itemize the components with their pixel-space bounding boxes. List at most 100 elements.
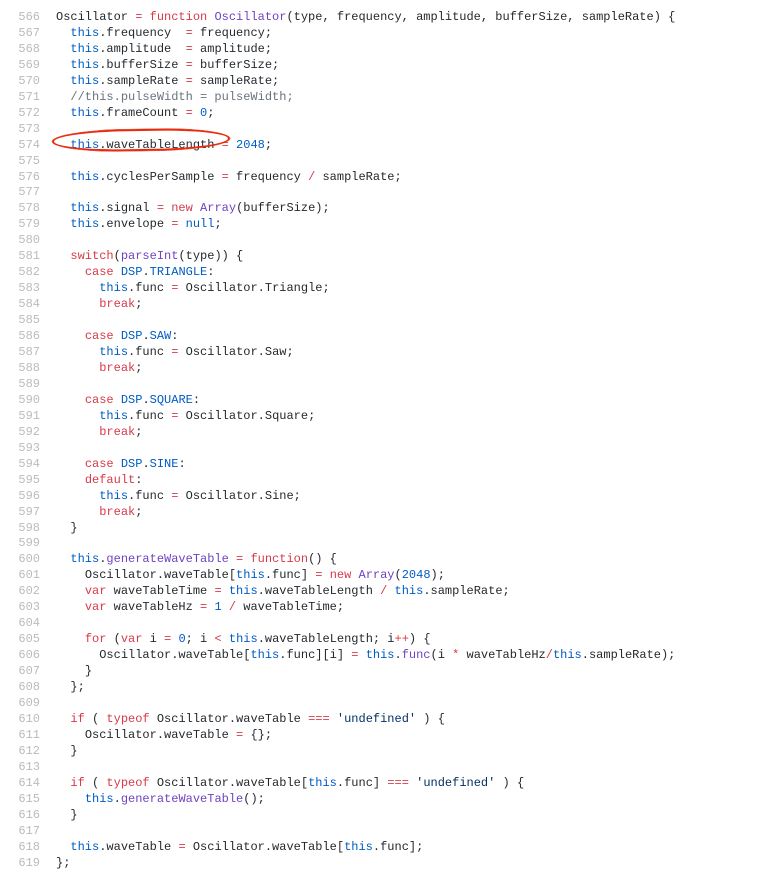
- code-line[interactable]: 604: [0, 616, 780, 632]
- line-content[interactable]: this.func = Oscillator.Square;: [56, 409, 780, 425]
- line-content[interactable]: [56, 824, 780, 840]
- code-line[interactable]: 570 this.sampleRate = sampleRate;: [0, 74, 780, 90]
- code-line[interactable]: 592 break;: [0, 425, 780, 441]
- line-content[interactable]: [56, 696, 780, 712]
- line-content[interactable]: if ( typeof Oscillator.waveTable === 'un…: [56, 712, 780, 728]
- line-content[interactable]: }: [56, 521, 780, 537]
- code-line[interactable]: 585: [0, 313, 780, 329]
- code-line[interactable]: 586 case DSP.SAW:: [0, 329, 780, 345]
- code-line[interactable]: 614 if ( typeof Oscillator.waveTable[thi…: [0, 776, 780, 792]
- code-line[interactable]: 583 this.func = Oscillator.Triangle;: [0, 281, 780, 297]
- code-line[interactable]: 581 switch(parseInt(type)) {: [0, 249, 780, 265]
- code-line[interactable]: 574 this.waveTableLength = 2048;: [0, 138, 780, 154]
- code-line[interactable]: 575: [0, 154, 780, 170]
- code-line[interactable]: 577: [0, 185, 780, 201]
- code-line[interactable]: 569 this.bufferSize = bufferSize;: [0, 58, 780, 74]
- line-content[interactable]: [56, 313, 780, 329]
- line-content[interactable]: break;: [56, 297, 780, 313]
- line-content[interactable]: [56, 233, 780, 249]
- line-content[interactable]: [56, 185, 780, 201]
- code-line[interactable]: 591 this.func = Oscillator.Square;: [0, 409, 780, 425]
- code-line[interactable]: 610 if ( typeof Oscillator.waveTable ===…: [0, 712, 780, 728]
- code-line[interactable]: 573: [0, 122, 780, 138]
- line-content[interactable]: for (var i = 0; i < this.waveTableLength…: [56, 632, 780, 648]
- line-content[interactable]: }: [56, 808, 780, 824]
- code-line[interactable]: 572 this.frameCount = 0;: [0, 106, 780, 122]
- code-line[interactable]: 598 }: [0, 521, 780, 537]
- line-content[interactable]: [56, 536, 780, 552]
- code-line[interactable]: 613: [0, 760, 780, 776]
- line-content[interactable]: if ( typeof Oscillator.waveTable[this.fu…: [56, 776, 780, 792]
- code-line[interactable]: 571 //this.pulseWidth = pulseWidth;: [0, 90, 780, 106]
- code-line[interactable]: 587 this.func = Oscillator.Saw;: [0, 345, 780, 361]
- line-content[interactable]: this.waveTableLength = 2048;: [56, 138, 780, 154]
- code-editor[interactable]: 566Oscillator = function Oscillator(type…: [0, 0, 780, 891]
- line-content[interactable]: default:: [56, 473, 780, 489]
- code-line[interactable]: 599: [0, 536, 780, 552]
- code-line[interactable]: 600 this.generateWaveTable = function() …: [0, 552, 780, 568]
- line-content[interactable]: [56, 122, 780, 138]
- line-content[interactable]: }: [56, 664, 780, 680]
- line-content[interactable]: Oscillator.waveTable[this.func] = new Ar…: [56, 568, 780, 584]
- line-content[interactable]: Oscillator.waveTable[this.func][i] = thi…: [56, 648, 780, 664]
- line-content[interactable]: [56, 441, 780, 457]
- line-content[interactable]: var waveTableHz = 1 / waveTableTime;: [56, 600, 780, 616]
- code-line[interactable]: 615 this.generateWaveTable();: [0, 792, 780, 808]
- line-content[interactable]: this.func = Oscillator.Saw;: [56, 345, 780, 361]
- line-content[interactable]: break;: [56, 425, 780, 441]
- line-content[interactable]: this.cyclesPerSample = frequency / sampl…: [56, 170, 780, 186]
- code-line[interactable]: 595 default:: [0, 473, 780, 489]
- line-content[interactable]: break;: [56, 361, 780, 377]
- line-content[interactable]: }: [56, 744, 780, 760]
- code-line[interactable]: 605 for (var i = 0; i < this.waveTableLe…: [0, 632, 780, 648]
- line-content[interactable]: this.frameCount = 0;: [56, 106, 780, 122]
- line-content[interactable]: var waveTableTime = this.waveTableLength…: [56, 584, 780, 600]
- code-line[interactable]: 578 this.signal = new Array(bufferSize);: [0, 201, 780, 217]
- line-content[interactable]: };: [56, 680, 780, 696]
- code-line[interactable]: 594 case DSP.SINE:: [0, 457, 780, 473]
- line-content[interactable]: break;: [56, 505, 780, 521]
- line-content[interactable]: this.amplitude = amplitude;: [56, 42, 780, 58]
- line-content[interactable]: this.sampleRate = sampleRate;: [56, 74, 780, 90]
- code-line[interactable]: 611 Oscillator.waveTable = {};: [0, 728, 780, 744]
- line-content[interactable]: this.func = Oscillator.Sine;: [56, 489, 780, 505]
- code-line[interactable]: 602 var waveTableTime = this.waveTableLe…: [0, 584, 780, 600]
- line-content[interactable]: this.waveTable = Oscillator.waveTable[th…: [56, 840, 780, 856]
- line-content[interactable]: case DSP.SINE:: [56, 457, 780, 473]
- code-line[interactable]: 589: [0, 377, 780, 393]
- code-line[interactable]: 597 break;: [0, 505, 780, 521]
- line-content[interactable]: Oscillator.waveTable = {};: [56, 728, 780, 744]
- code-line[interactable]: 616 }: [0, 808, 780, 824]
- code-line[interactable]: 590 case DSP.SQUARE:: [0, 393, 780, 409]
- line-content[interactable]: this.func = Oscillator.Triangle;: [56, 281, 780, 297]
- code-line[interactable]: 580: [0, 233, 780, 249]
- line-content[interactable]: case DSP.TRIANGLE:: [56, 265, 780, 281]
- code-line[interactable]: 576 this.cyclesPerSample = frequency / s…: [0, 170, 780, 186]
- line-content[interactable]: //this.pulseWidth = pulseWidth;: [56, 90, 780, 106]
- code-line[interactable]: 608 };: [0, 680, 780, 696]
- code-line[interactable]: 588 break;: [0, 361, 780, 377]
- code-line[interactable]: 584 break;: [0, 297, 780, 313]
- code-line[interactable]: 568 this.amplitude = amplitude;: [0, 42, 780, 58]
- line-content[interactable]: switch(parseInt(type)) {: [56, 249, 780, 265]
- code-line[interactable]: 567 this.frequency = frequency;: [0, 26, 780, 42]
- line-content[interactable]: this.bufferSize = bufferSize;: [56, 58, 780, 74]
- code-line[interactable]: 579 this.envelope = null;: [0, 217, 780, 233]
- code-line[interactable]: 582 case DSP.TRIANGLE:: [0, 265, 780, 281]
- line-content[interactable]: this.envelope = null;: [56, 217, 780, 233]
- code-line[interactable]: 609: [0, 696, 780, 712]
- line-content[interactable]: [56, 154, 780, 170]
- line-content[interactable]: this.generateWaveTable = function() {: [56, 552, 780, 568]
- line-content[interactable]: this.generateWaveTable();: [56, 792, 780, 808]
- code-line[interactable]: 596 this.func = Oscillator.Sine;: [0, 489, 780, 505]
- line-content[interactable]: case DSP.SAW:: [56, 329, 780, 345]
- line-content[interactable]: Oscillator = function Oscillator(type, f…: [56, 10, 780, 26]
- code-line[interactable]: 618 this.waveTable = Oscillator.waveTabl…: [0, 840, 780, 856]
- line-content[interactable]: [56, 760, 780, 776]
- line-content[interactable]: [56, 377, 780, 393]
- code-line[interactable]: 606 Oscillator.waveTable[this.func][i] =…: [0, 648, 780, 664]
- code-line[interactable]: 617: [0, 824, 780, 840]
- line-content[interactable]: [56, 616, 780, 632]
- code-line[interactable]: 566Oscillator = function Oscillator(type…: [0, 10, 780, 26]
- line-content[interactable]: this.signal = new Array(bufferSize);: [56, 201, 780, 217]
